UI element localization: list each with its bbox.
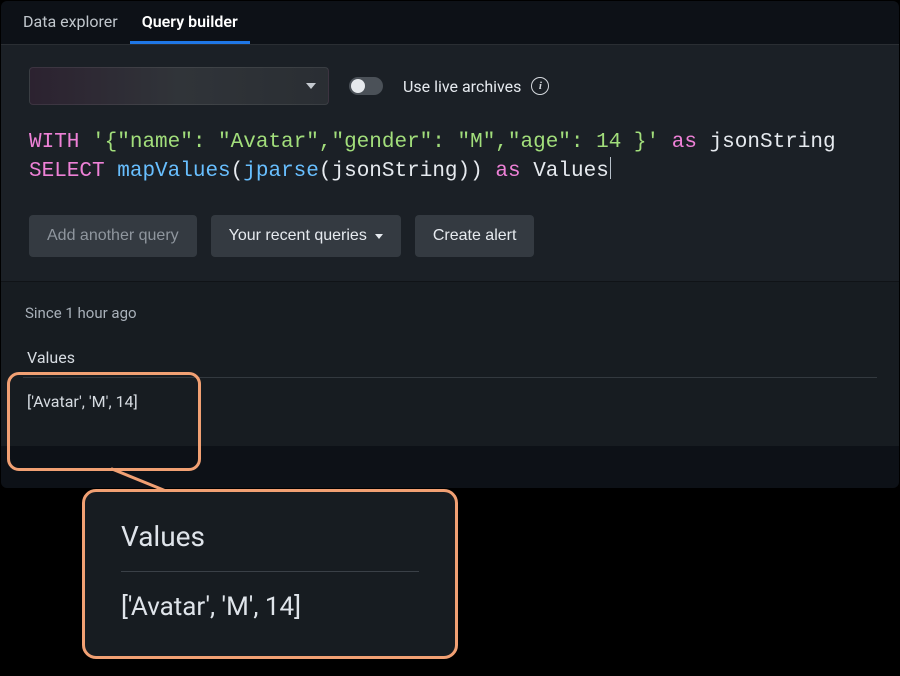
code-string-literal: '{"name": "Avatar","gender": "M","age": … xyxy=(92,131,659,154)
code-identifier: jsonString xyxy=(332,160,458,183)
text-cursor xyxy=(610,157,611,179)
account-selector[interactable] xyxy=(29,67,329,105)
tab-data-explorer[interactable]: Data explorer xyxy=(11,1,130,44)
results-panel: Since 1 hour ago Values ['Avatar', 'M', … xyxy=(1,281,899,446)
recent-queries-label: Your recent queries xyxy=(229,227,367,245)
code-keyword: WITH xyxy=(29,131,79,154)
query-builder-panel: Use live archives i WITH '{"name": "Avat… xyxy=(1,45,899,281)
chevron-down-icon xyxy=(375,234,383,239)
code-keyword: as xyxy=(495,160,520,183)
code-paren: ( xyxy=(231,160,244,183)
recent-queries-button[interactable]: Your recent queries xyxy=(211,215,401,257)
tab-query-builder[interactable]: Query builder xyxy=(130,1,250,44)
time-range-label: Since 1 hour ago xyxy=(23,304,877,322)
create-alert-button[interactable]: Create alert xyxy=(415,215,535,257)
code-function: jparse xyxy=(243,160,319,183)
code-identifier: Values xyxy=(533,160,609,183)
code-keyword: as xyxy=(672,131,697,154)
code-paren: )) xyxy=(458,160,483,183)
info-icon[interactable]: i xyxy=(531,77,549,95)
zoom-value: ['Avatar', 'M', 14] xyxy=(121,592,419,622)
result-cell: ['Avatar', 'M', 14] xyxy=(23,378,877,425)
results-table: Values ['Avatar', 'M', 14] xyxy=(23,340,877,425)
tab-bar: Data explorer Query builder xyxy=(1,1,899,45)
zoom-header: Values xyxy=(121,520,419,572)
live-archives-toggle[interactable] xyxy=(349,77,383,95)
live-archives-label: Use live archives xyxy=(403,77,521,96)
add-another-query-button[interactable]: Add another query xyxy=(29,215,197,257)
toggle-knob xyxy=(351,79,365,93)
column-header: Values xyxy=(23,340,877,378)
code-function: mapValues xyxy=(117,160,230,183)
code-paren: ( xyxy=(319,160,332,183)
highlight-box-large: Values ['Avatar', 'M', 14] xyxy=(82,489,458,659)
chevron-down-icon xyxy=(306,83,316,89)
query-editor[interactable]: WITH '{"name": "Avatar","gender": "M","a… xyxy=(29,129,871,187)
code-identifier: jsonString xyxy=(710,131,836,154)
code-keyword: SELECT xyxy=(29,160,105,183)
